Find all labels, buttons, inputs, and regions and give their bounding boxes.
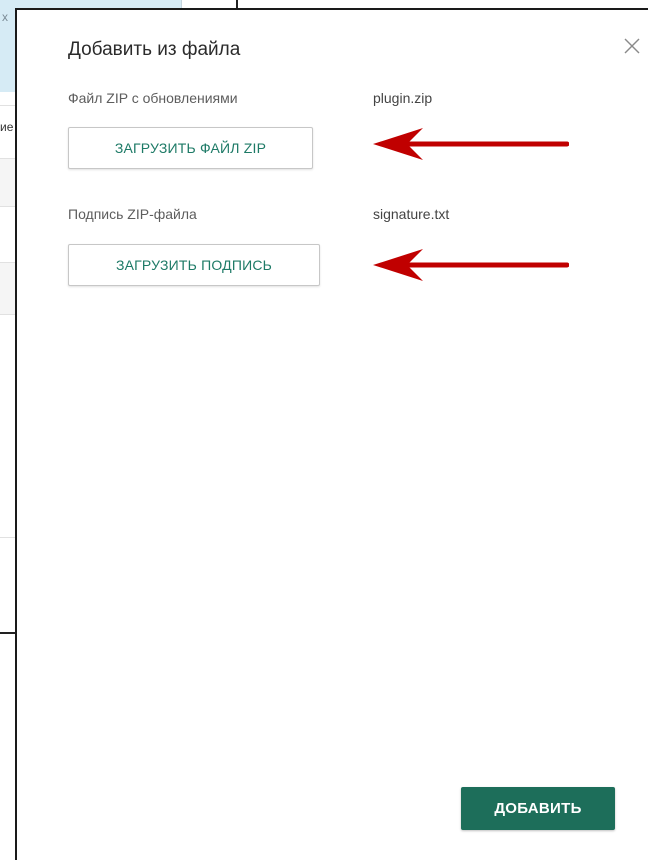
background-row-text: ие (0, 120, 14, 134)
add-from-file-dialog: Добавить из файла Файл ZIP с обновлениям… (15, 8, 648, 860)
signature-label: Подпись ZIP-файла (68, 206, 197, 222)
background-close-mark: x (2, 10, 8, 24)
zip-file-name: plugin.zip (373, 90, 433, 106)
upload-zip-button[interactable]: ЗАГРУЗИТЬ ФАЙЛ ZIP (68, 127, 313, 169)
zip-file-label: Файл ZIP с обновлениями (68, 90, 238, 106)
red-arrow-annotation (373, 249, 569, 281)
add-button[interactable]: ДОБАВИТЬ (461, 787, 615, 830)
red-arrow-annotation (373, 128, 569, 160)
dialog-title: Добавить из файла (68, 39, 241, 60)
upload-signature-button[interactable]: ЗАГРУЗИТЬ ПОДПИСЬ (68, 244, 320, 286)
signature-file-name: signature.txt (373, 206, 450, 222)
close-icon[interactable] (620, 34, 644, 58)
screen: x ие Добавить из файла Файл ZIP с обновл… (0, 0, 648, 860)
